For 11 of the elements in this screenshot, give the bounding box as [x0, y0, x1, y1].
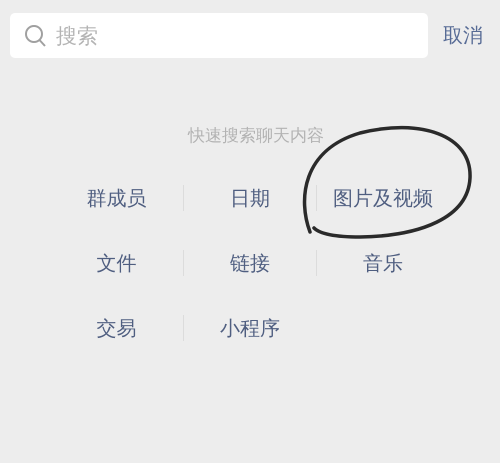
category-link[interactable]: 群成员 [86, 184, 146, 212]
category-link[interactable]: 小程序 [220, 314, 280, 342]
category-link[interactable]: 日期 [230, 184, 270, 212]
cancel-button[interactable]: 取消 [443, 22, 483, 49]
category-link[interactable]: 音乐 [363, 250, 403, 276]
category-link[interactable]: 图片及视频 [333, 184, 433, 212]
category-link[interactable]: 交易 [96, 314, 136, 342]
category-link[interactable]: 链接 [230, 250, 270, 276]
category-link[interactable]: 文件 [96, 250, 136, 276]
search-field[interactable]: 搜索 [10, 13, 428, 58]
section-heading: 快速搜索聊天内容 [186, 125, 325, 147]
